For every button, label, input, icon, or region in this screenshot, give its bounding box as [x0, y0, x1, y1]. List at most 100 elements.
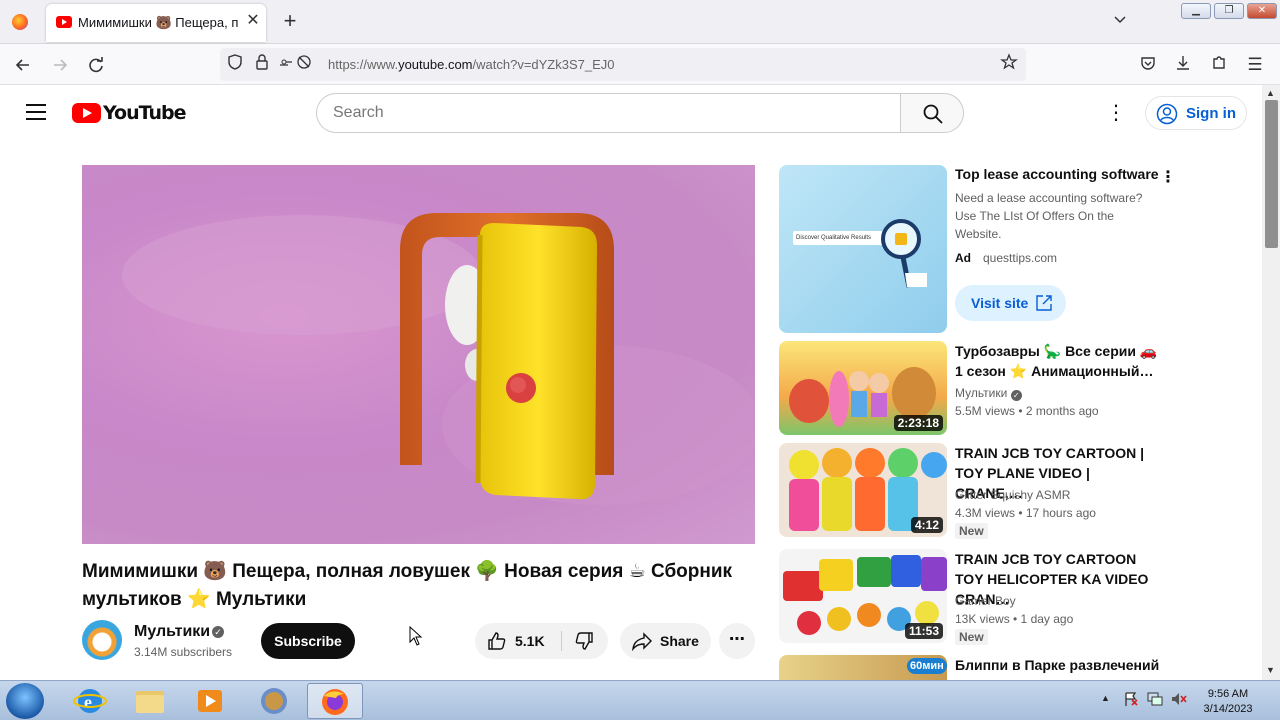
firefox-menu-icon[interactable] — [12, 14, 28, 30]
show-hidden-icons-arrow-icon[interactable]: ▲ — [1101, 693, 1110, 703]
sign-in-label: Sign in — [1186, 105, 1236, 122]
youtube-logo[interactable]: YouTube — [72, 102, 186, 124]
clock-time: 9:56 AM — [1207, 688, 1249, 700]
youtube-play-logo-icon — [72, 103, 101, 123]
account-circle-icon — [1156, 103, 1178, 125]
scroll-down-arrow-icon[interactable]: ▼ — [1266, 665, 1275, 675]
ad-badge: Ad — [955, 251, 971, 265]
more-actions-button[interactable]: ⋯ — [719, 623, 755, 659]
video-duration: 11:53 — [904, 623, 943, 639]
tab-close-icon[interactable]: ✕ — [244, 12, 262, 30]
scroll-up-arrow-icon[interactable]: ▲ — [1266, 88, 1275, 98]
downloads-icon[interactable] — [1172, 54, 1194, 76]
like-count: 5.1K — [515, 633, 545, 649]
related-meta: 13K views • 1 day ago — [955, 612, 1074, 626]
ad-domain: questtips.com — [983, 251, 1058, 265]
open-external-icon — [1036, 295, 1052, 311]
search-icon — [923, 104, 943, 124]
ad-title[interactable]: Top lease accounting software — [955, 166, 1159, 182]
forward-arrow-icon[interactable] — [49, 54, 71, 76]
permissions-autoplay-blocked-icon[interactable] — [278, 53, 314, 75]
sign-in-button[interactable]: Sign in — [1145, 96, 1247, 130]
like-button[interactable]: 5.1K — [475, 623, 561, 659]
ad-options-kebab-icon[interactable]: ⋮ — [1160, 167, 1176, 187]
new-badge: New — [955, 523, 988, 539]
url-text[interactable]: https://www.youtube.com/watch?v=dYZk3S7_… — [328, 57, 615, 72]
related-channel: Glitter Squishy ASMR — [955, 488, 1071, 502]
share-button[interactable]: Share — [620, 623, 711, 659]
share-label: Share — [660, 633, 699, 649]
page-scrollbar[interactable]: ▲ ▼ — [1262, 85, 1280, 680]
app-shortcut-icon[interactable] — [246, 683, 302, 719]
video-player[interactable] — [82, 165, 755, 544]
guide-menu-icon[interactable] — [26, 104, 46, 120]
pocket-icon[interactable] — [1137, 54, 1159, 76]
settings-kebab-icon[interactable]: ⋮ — [1104, 101, 1128, 125]
related-title[interactable]: Турбозавры 🦕 Все серии 🚗 1 сезон ⭐ Анима… — [955, 341, 1160, 381]
browser-tab-strip: Мимимишки 🐻 Пещера, полн ✕ + ▁ ❐ ✕ — [0, 0, 1280, 44]
action-center-flag-icon[interactable] — [1123, 691, 1139, 707]
file-explorer-folder-icon[interactable] — [122, 683, 178, 719]
firefox-taskbar-icon[interactable] — [307, 683, 363, 719]
tab-title: Мимимишки 🐻 Пещера, полн — [78, 15, 238, 30]
network-icon[interactable] — [1146, 691, 1164, 707]
thumbs-up-icon — [488, 632, 506, 650]
system-clock[interactable]: 9:56 AM 3/14/2023 — [1198, 687, 1258, 717]
like-dislike-group: 5.1K — [475, 623, 608, 659]
verified-check-icon: ✓ — [212, 626, 224, 638]
related-channel: Gamer Boy — [955, 594, 1016, 608]
channel-name[interactable]: Мультики — [134, 623, 210, 641]
verified-check-icon: ✓ — [1010, 390, 1022, 401]
media-player-icon[interactable] — [182, 683, 238, 719]
bookmark-star-icon[interactable] — [998, 53, 1020, 75]
related-thumbnail[interactable]: 2:23:18 — [779, 341, 947, 435]
ad-description: Need a lease accounting software? Use Th… — [955, 191, 1143, 241]
dislike-button[interactable] — [562, 623, 608, 659]
clock-date: 3/14/2023 — [1203, 703, 1253, 715]
lock-icon[interactable] — [251, 53, 273, 75]
video-title: Мимимишки 🐻 Пещера, полная ловушек 🌳 Нов… — [82, 561, 733, 610]
volume-muted-icon[interactable] — [1170, 691, 1188, 707]
extensions-puzzle-icon[interactable] — [1208, 54, 1230, 76]
visit-site-button[interactable]: Visit site — [955, 285, 1066, 321]
related-thumbnail[interactable]: 11:53 — [779, 549, 947, 643]
related-title[interactable]: Блиппи в Парке развлечений — [955, 655, 1160, 675]
list-all-tabs-chevron-icon[interactable] — [1110, 12, 1130, 32]
new-tab-plus-icon[interactable]: + — [280, 10, 300, 32]
logo-text: YouTube — [103, 102, 186, 124]
magnifier-illustration-icon — [881, 219, 927, 288]
navigation-toolbar: https://www.youtube.com/watch?v=dYZk3S7_… — [0, 44, 1280, 85]
scrollbar-thumb[interactable] — [1265, 100, 1278, 248]
related-thumbnail[interactable]: 60мин — [779, 655, 947, 680]
window-minimize-button[interactable]: ▁ — [1181, 3, 1211, 19]
length-badge: 60мин — [907, 658, 947, 674]
back-arrow-icon[interactable] — [12, 54, 34, 76]
window-close-button[interactable]: ✕ — [1247, 3, 1277, 19]
channel-avatar[interactable] — [82, 620, 122, 660]
youtube-header: YouTube ⋮ Sign in — [0, 85, 1262, 141]
browser-tab-active[interactable]: Мимимишки 🐻 Пещера, полн ✕ — [46, 4, 266, 42]
app-menu-hamburger-icon[interactable]: ☰ — [1244, 54, 1266, 76]
related-meta: 5.5M views • 2 months ago — [955, 404, 1099, 418]
windows-start-orb-icon[interactable] — [6, 683, 44, 719]
visit-site-label: Visit site — [971, 295, 1029, 311]
new-badge: New — [955, 629, 988, 645]
video-frame-door-scene — [122, 213, 755, 505]
ad-thumbnail-text: Discover Qualitative Results — [793, 231, 887, 245]
internet-explorer-icon[interactable]: e — [62, 683, 118, 719]
share-arrow-icon — [632, 632, 652, 651]
window-maximize-button[interactable]: ❐ — [1214, 3, 1244, 19]
shield-icon[interactable] — [224, 53, 246, 75]
search-button[interactable] — [900, 93, 964, 133]
ad-thumbnail[interactable]: Discover Qualitative Results — [779, 165, 947, 333]
video-duration: 4:12 — [910, 517, 943, 533]
subscriber-count: 3.14M subscribers — [134, 645, 233, 659]
windows-taskbar: e ▲ 9:56 AM 3/14/2023 — [0, 680, 1280, 720]
search-input[interactable] — [316, 93, 901, 133]
related-thumbnail[interactable]: 4:12 — [779, 443, 947, 537]
address-bar[interactable]: https://www.youtube.com/watch?v=dYZk3S7_… — [220, 48, 1026, 81]
reload-icon[interactable] — [85, 54, 107, 76]
subscribe-button[interactable]: Subscribe — [261, 623, 355, 659]
video-duration: 2:23:18 — [893, 415, 943, 431]
mouse-cursor-icon — [409, 626, 423, 646]
